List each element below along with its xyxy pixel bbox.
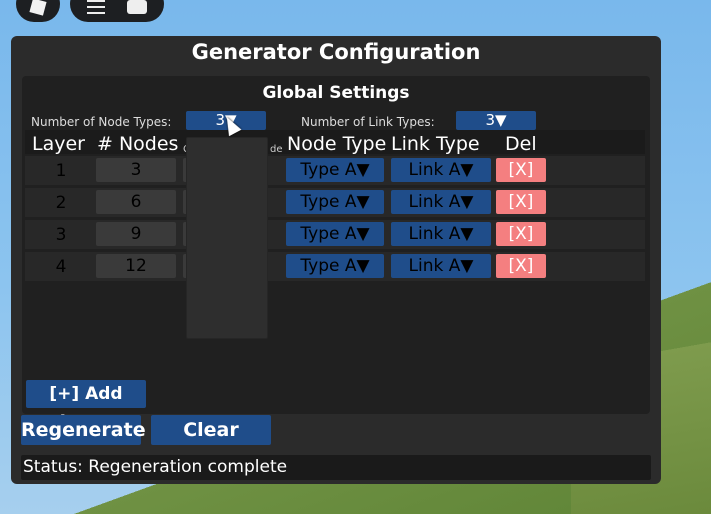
panel-title: Generator Configuration bbox=[191, 40, 481, 64]
node-types-dropdown-list[interactable] bbox=[186, 137, 268, 339]
delete-row-button[interactable]: [X] bbox=[496, 222, 546, 246]
header-nodes: # Nodes bbox=[97, 133, 179, 155]
node-type-dropdown[interactable]: Type A▼ bbox=[286, 158, 384, 182]
link-types-label: Number of Link Types: bbox=[301, 115, 435, 129]
header-node-type: Node Type bbox=[287, 133, 387, 155]
layer-number: 2 bbox=[55, 193, 67, 213]
node-types-label: Number of Node Types: bbox=[31, 115, 172, 129]
table-row: 4 12 Type A▼ Link A▼ [X] bbox=[25, 252, 645, 281]
layer-number: 1 bbox=[55, 161, 67, 181]
hamburger-icon[interactable] bbox=[87, 0, 105, 14]
table-row: 3 9 Type A▼ Link A▼ [X] bbox=[25, 220, 645, 249]
table-row: 2 6 Type A▼ Link A▼ [X] bbox=[25, 188, 645, 217]
node-type-dropdown[interactable]: Type A▼ bbox=[286, 190, 384, 214]
header-link-type: Link Type bbox=[391, 133, 480, 155]
node-type-dropdown[interactable]: Type A▼ bbox=[286, 254, 384, 278]
section-title: Global Settings bbox=[262, 83, 410, 103]
add-layer-button[interactable]: [+] Add Layer bbox=[26, 380, 146, 432]
roblox-logo-icon bbox=[29, 0, 47, 16]
header-layer: Layer bbox=[32, 133, 85, 155]
link-type-dropdown[interactable]: Link A▼ bbox=[391, 158, 491, 182]
link-type-dropdown[interactable]: Link A▼ bbox=[391, 254, 491, 278]
layer-number: 3 bbox=[55, 225, 67, 245]
link-type-dropdown[interactable]: Link A▼ bbox=[391, 222, 491, 246]
chat-icon[interactable] bbox=[127, 0, 147, 14]
clear-button[interactable]: Clear bbox=[151, 415, 271, 445]
topbar-menu-group bbox=[70, 0, 164, 22]
node-type-dropdown[interactable]: Type A▼ bbox=[286, 222, 384, 246]
layer-number: 4 bbox=[55, 257, 67, 277]
nodes-input[interactable]: 3 bbox=[96, 158, 176, 182]
delete-row-button[interactable]: [X] bbox=[496, 190, 546, 214]
roblox-menu-button[interactable] bbox=[16, 0, 60, 22]
header-del: Del bbox=[505, 133, 537, 155]
delete-row-button[interactable]: [X] bbox=[496, 158, 546, 182]
nodes-input[interactable]: 9 bbox=[96, 222, 176, 246]
link-type-dropdown[interactable]: Link A▼ bbox=[391, 190, 491, 214]
regenerate-button[interactable]: Regenerate bbox=[21, 415, 146, 445]
nodes-input[interactable]: 12 bbox=[96, 254, 176, 278]
status-bar: Status: Regeneration complete bbox=[21, 455, 651, 480]
layer-table-header: Layer # Nodes C de Node Type Link Type D… bbox=[25, 130, 645, 155]
nodes-input[interactable]: 6 bbox=[96, 190, 176, 214]
link-types-dropdown[interactable]: 3▼ bbox=[456, 111, 536, 130]
delete-row-button[interactable]: [X] bbox=[496, 254, 546, 278]
table-row: 1 3 Type A▼ Link A▼ [X] bbox=[25, 156, 645, 185]
